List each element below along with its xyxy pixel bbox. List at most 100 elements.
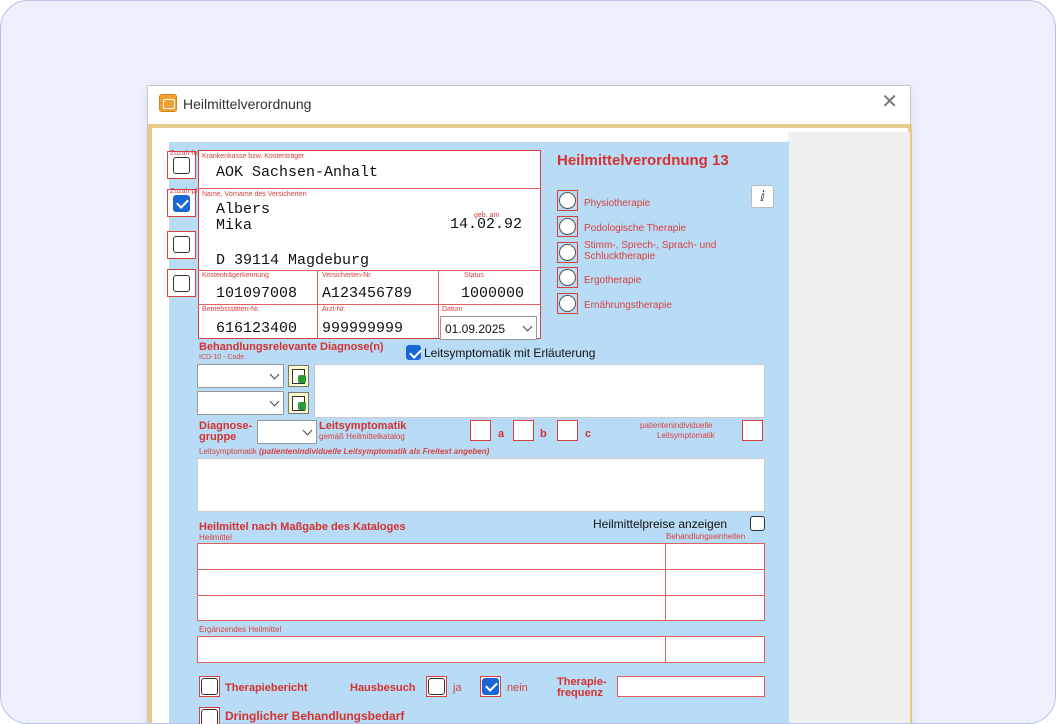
table-col-divider — [665, 543, 666, 621]
patient-first-name: Mika — [216, 217, 253, 234]
bvg-checkbox[interactable] — [173, 275, 190, 292]
leitsymptomatik-label: Leitsymptomatik — [319, 420, 407, 432]
diagnosegruppe-label-2: gruppe — [199, 431, 237, 443]
patient-address: D 39114 Magdeburg — [216, 252, 370, 269]
patindiv-box[interactable] — [742, 420, 763, 441]
radio-ergotherapie[interactable] — [559, 269, 576, 286]
form-title: Heilmittelverordnung 13 — [557, 152, 729, 169]
radio-physiotherapie[interactable] — [559, 192, 576, 209]
info-icon[interactable]: ⅈ — [751, 185, 774, 208]
freetext-label: Leitsymptomatik — [199, 447, 257, 456]
leit-option-c-label: c — [585, 428, 592, 440]
zuzah-pflicht-checkbox[interactable] — [173, 195, 190, 212]
col-heilmittel-label: Heilmittel — [199, 533, 232, 542]
leitsymptomatik-erlaeuterung-label: Leitsymptomatik mit Erläuterung — [424, 346, 596, 360]
hausbesuch-ja-label: ja — [453, 682, 462, 694]
status-label: Status — [464, 272, 484, 279]
app-icon — [159, 94, 177, 112]
leit-option-a-box[interactable] — [470, 420, 491, 441]
leit-option-b-label: b — [540, 428, 547, 440]
divider — [438, 270, 439, 339]
patient-name-label: Name, Vorname des Versicherten — [202, 191, 307, 198]
insurer-label: Krankenkasse bzw. Kostenträger — [202, 153, 305, 160]
col-einheiten-label: Behandlungseinheiten — [666, 532, 746, 541]
icd-combo-1[interactable] — [197, 364, 284, 388]
title-bar: Heilmittelverordnung ✕ — [148, 86, 910, 122]
heilmittel-heading: Heilmittel nach Maßgabe des Kataloges — [199, 521, 406, 533]
table-row-2-heilmittel[interactable] — [198, 570, 664, 594]
versicherten-label: Versicherten-Nr. — [322, 272, 373, 279]
freetext-hint: (patientenindividuelle Leitsymptomatik a… — [259, 447, 490, 456]
heilmittelpreise-checkbox[interactable] — [750, 516, 765, 531]
freetext-label-wrap: Leitsymptomatik (patientenindividuelle L… — [199, 447, 489, 456]
therapy-label-ernaehrung: Ernährungstherapie — [584, 300, 672, 311]
dob-value: 14.02.92 — [450, 216, 523, 233]
ergaenzend-label: Ergänzendes Heilmittel — [199, 625, 282, 634]
hausbesuch-nein-label: nein — [507, 682, 528, 694]
divider — [198, 188, 541, 189]
kostentraeger-value: 101097008 — [216, 285, 298, 302]
table-col-divider — [665, 636, 666, 663]
kostentraeger-label: Kostenträgerkennung — [202, 272, 269, 279]
leitsymptomatik-sub: gemäß Heilmittelkatalog — [319, 432, 405, 441]
radio-ernaehrungstherapie[interactable] — [559, 295, 576, 312]
therapy-label-ergo: Ergotherapie — [584, 275, 642, 286]
freetext-area[interactable] — [197, 458, 765, 512]
chevron-down-icon — [269, 396, 280, 407]
patindiv-label-2: Leitsymptomatik — [657, 431, 715, 440]
icd-combo-2[interactable] — [197, 391, 284, 415]
frequenz-label-2: frequenz — [557, 687, 603, 699]
frequenz-input[interactable] — [617, 676, 765, 697]
hausbesuch-ja-checkbox[interactable] — [428, 678, 445, 695]
icd-search-icon[interactable] — [288, 365, 309, 387]
therapiebericht-label: Therapiebericht — [225, 682, 308, 694]
versicherten-value: A123456789 — [322, 285, 413, 302]
hausbesuch-label: Hausbesuch — [350, 682, 416, 694]
dringlich-label: Dringlicher Behandlungsbedarf — [225, 709, 405, 723]
leit-option-b-box[interactable] — [513, 420, 534, 441]
radio-stimm-sprech[interactable] — [559, 244, 576, 261]
table-row-3-heilmittel[interactable] — [198, 596, 664, 620]
close-icon[interactable]: ✕ — [881, 92, 898, 112]
chevron-down-icon — [269, 369, 280, 380]
divider — [198, 304, 541, 305]
ergaenzend-row[interactable] — [197, 636, 765, 663]
window-title: Heilmittelverordnung — [183, 96, 312, 112]
datum-label: Datum — [442, 306, 463, 313]
arzt-label: Arzt-Nr. — [322, 306, 346, 313]
diagnose-text-area[interactable] — [314, 364, 765, 418]
therapy-label-stimm: Stimm-, Sprech-, Sprach- und Schluckther… — [584, 240, 717, 262]
therapiebericht-checkbox[interactable] — [201, 678, 218, 695]
diagnose-heading: Behandlungsrelevante Diagnose(n) — [199, 341, 384, 353]
leitsymptomatik-erlaeuterung-checkbox[interactable] — [406, 345, 421, 360]
insurer-value: AOK Sachsen-Anhalt — [216, 164, 379, 181]
diagnosegruppe-combo[interactable] — [257, 420, 317, 444]
patient-last-name: Albers — [216, 201, 271, 218]
dringlich-checkbox[interactable] — [201, 709, 218, 724]
patindiv-label-1: patientenindividuelle — [640, 421, 713, 430]
radio-podologie[interactable] — [559, 218, 576, 235]
zuzah-frei-label: Zuzah-frei — [170, 150, 202, 157]
chevron-down-icon — [302, 425, 313, 436]
datum-value: 01.09.2025 — [445, 322, 506, 336]
zuzah-frei-checkbox[interactable] — [173, 157, 190, 174]
therapy-label-physio: Physiotherapie — [584, 198, 651, 209]
chevron-down-icon — [522, 321, 533, 332]
icd-search-icon[interactable] — [288, 392, 309, 414]
betriebsstaetten-label: Betriebsstätten-Nr. — [202, 306, 260, 313]
table-row-1-heilmittel[interactable] — [198, 544, 664, 568]
betriebsstaetten-value: 616123400 — [216, 320, 298, 337]
status-value: 1000000 — [461, 285, 525, 302]
divider — [198, 270, 541, 271]
side-panel — [788, 132, 910, 723]
datum-picker[interactable]: 01.09.2025 — [440, 316, 537, 340]
heilmittelpreise-label: Heilmittelpreise anzeigen — [593, 517, 728, 531]
arzt-value: 999999999 — [322, 320, 404, 337]
unfall-checkbox[interactable] — [173, 236, 190, 253]
divider — [317, 270, 318, 339]
leit-option-c-box[interactable] — [557, 420, 578, 441]
icd-label: ICD-10 - Code — [199, 354, 245, 361]
therapy-label-podo: Podologische Therapie — [584, 223, 687, 234]
leit-option-a-label: a — [498, 428, 505, 440]
hausbesuch-nein-checkbox[interactable] — [482, 678, 499, 695]
